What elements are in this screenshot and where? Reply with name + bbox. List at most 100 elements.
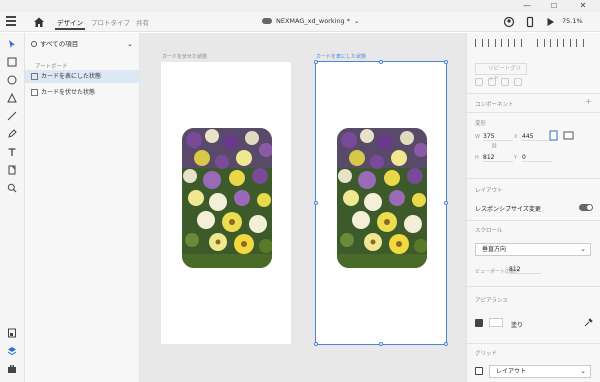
chevron-down-icon: ⌄ — [127, 40, 133, 48]
align-center-icon[interactable] — [550, 39, 558, 47]
artboard-label-selected[interactable]: カードを表にした状態 — [316, 53, 366, 60]
responsive-resize-toggle[interactable] — [579, 204, 593, 211]
distribute-horizontal-icon[interactable] — [576, 39, 584, 47]
divider — [467, 220, 600, 221]
minimize-button[interactable]: — — [518, 1, 536, 11]
height-field[interactable]: 812 — [483, 154, 513, 162]
document-assets-icon[interactable] — [7, 328, 17, 338]
layout-section-title: レイアウト — [475, 188, 503, 194]
layers-panel: すべての項目 ⌄ アートボード カードを表にした状態 カードを伏せた状態 — [25, 33, 140, 382]
layer-item-card-back[interactable]: カードを伏せた状態 — [25, 86, 140, 99]
align-middle-icon[interactable] — [488, 39, 496, 47]
chevron-down-icon: ⌄ — [580, 245, 586, 253]
maximize-button[interactable]: ☐ — [545, 1, 563, 11]
mobile-preview-icon[interactable] — [524, 16, 536, 28]
landscape-icon[interactable] — [563, 131, 574, 140]
tab-prototype[interactable]: プロトタイプ — [91, 17, 130, 27]
flower-photo[interactable] — [182, 128, 272, 268]
flower-photo[interactable] — [337, 128, 427, 268]
chevron-down-icon: ⌄ — [353, 17, 360, 25]
ellipse-tool-icon[interactable] — [7, 75, 17, 85]
scroll-direction-select[interactable]: 垂直方向 ⌄ — [475, 243, 591, 256]
resize-handle[interactable] — [444, 201, 448, 205]
align-left-icon[interactable] — [537, 39, 545, 47]
grid-type-select[interactable]: レイアウト ⌄ — [489, 365, 591, 378]
flower-image — [337, 128, 427, 268]
user-icon[interactable] — [503, 16, 515, 28]
transform-section-title: 変形 — [475, 121, 487, 127]
distribute-vertical-icon[interactable] — [514, 39, 522, 47]
eyedropper-icon[interactable] — [584, 318, 593, 327]
fill-checkbox[interactable] — [475, 319, 483, 327]
grid-checkbox[interactable] — [475, 367, 483, 375]
x-field[interactable]: 445 — [522, 133, 552, 141]
resize-handle[interactable] — [444, 60, 448, 64]
property-inspector: リピートグリッド コンポーネント + 変形 W 375 X 445 ⛓ H 81… — [466, 33, 600, 382]
cloud-icon — [262, 18, 272, 24]
zoom-tool-icon[interactable] — [7, 183, 17, 193]
layers-icon[interactable] — [7, 346, 17, 356]
line-tool-icon[interactable] — [7, 111, 17, 121]
viewport-height-field[interactable]: 812 — [509, 266, 541, 274]
artboard-section-label: アートボード — [35, 64, 68, 70]
component-section-title: コンポーネント — [475, 102, 514, 108]
responsive-resize-label: レスポンシブサイズ変更 — [475, 206, 541, 213]
play-icon[interactable] — [544, 16, 556, 28]
close-button[interactable]: ✕ — [574, 1, 592, 11]
layer-filter-label: すべての項目 — [40, 40, 79, 48]
artboard-card-back[interactable] — [161, 62, 291, 344]
flower-image — [182, 128, 272, 268]
artboard-card-front[interactable] — [315, 61, 447, 345]
align-right-icon[interactable] — [563, 39, 571, 47]
tab-design[interactable]: デザイン — [55, 17, 85, 30]
resize-handle[interactable] — [314, 60, 318, 64]
document-title[interactable]: NEXMAG_xd_working * ⌄ — [262, 17, 359, 25]
layer-filter-dropdown[interactable]: すべての項目 ⌄ — [30, 38, 135, 51]
tab-share[interactable]: 共有 — [136, 17, 149, 27]
app-header: デザイン プロトタイプ 共有 NEXMAG_xd_working * ⌄ 75.1… — [0, 12, 600, 32]
lock-aspect-icon[interactable]: ⛓ — [491, 143, 497, 149]
layer-item-label: カードを表にした状態 — [41, 73, 102, 80]
fill-label: 塗り — [511, 322, 524, 329]
artboard-label[interactable]: カードを伏せた状態 — [162, 53, 207, 60]
artboard-tool-icon[interactable] — [7, 165, 17, 175]
polygon-tool-icon[interactable] — [7, 93, 17, 103]
portrait-icon[interactable] — [549, 130, 558, 141]
divider — [467, 178, 600, 179]
resize-handle[interactable] — [379, 342, 383, 346]
boolean-subtract-icon[interactable] — [488, 78, 496, 86]
align-bottom-icon[interactable] — [501, 39, 509, 47]
resize-handle[interactable] — [314, 201, 318, 205]
layer-item-card-front[interactable]: カードを表にした状態 — [25, 70, 140, 83]
align-top-icon[interactable] — [475, 39, 483, 47]
pen-tool-icon[interactable] — [7, 129, 17, 139]
resize-handle[interactable] — [444, 342, 448, 346]
rectangle-tool-icon[interactable] — [7, 57, 17, 67]
scroll-direction-value: 垂直方向 — [482, 246, 507, 253]
resize-handle[interactable] — [379, 60, 383, 64]
divider — [467, 112, 600, 113]
add-component-icon[interactable]: + — [585, 97, 592, 106]
boolean-exclude-icon[interactable] — [514, 78, 522, 86]
width-field[interactable]: 375 — [483, 133, 513, 141]
search-icon — [31, 41, 37, 47]
select-tool-icon[interactable] — [7, 39, 17, 49]
title-bar: — ☐ ✕ — [0, 0, 600, 12]
y-field[interactable]: 0 — [522, 154, 552, 162]
repeat-grid-button[interactable]: リピートグリッド — [475, 63, 527, 82]
resize-handle[interactable] — [314, 342, 318, 346]
home-icon[interactable] — [33, 16, 45, 28]
fill-color-swatch[interactable] — [489, 318, 503, 327]
document-title-text: NEXMAG_xd_working * — [276, 17, 350, 25]
divider — [467, 286, 600, 287]
boolean-intersect-icon[interactable] — [501, 78, 509, 86]
text-tool-icon[interactable] — [7, 147, 17, 157]
grid-section-title: グリッド — [475, 351, 498, 357]
canvas[interactable]: カードを伏せた状態 カードを表にした状態 — [140, 33, 466, 382]
menu-icon[interactable] — [6, 16, 16, 26]
layer-item-label: カードを伏せた状態 — [41, 89, 96, 96]
scroll-section-title: スクロール — [475, 228, 503, 234]
zoom-level[interactable]: 75.1% — [562, 17, 583, 25]
boolean-add-icon[interactable] — [475, 78, 483, 86]
plugins-icon[interactable] — [7, 364, 17, 374]
